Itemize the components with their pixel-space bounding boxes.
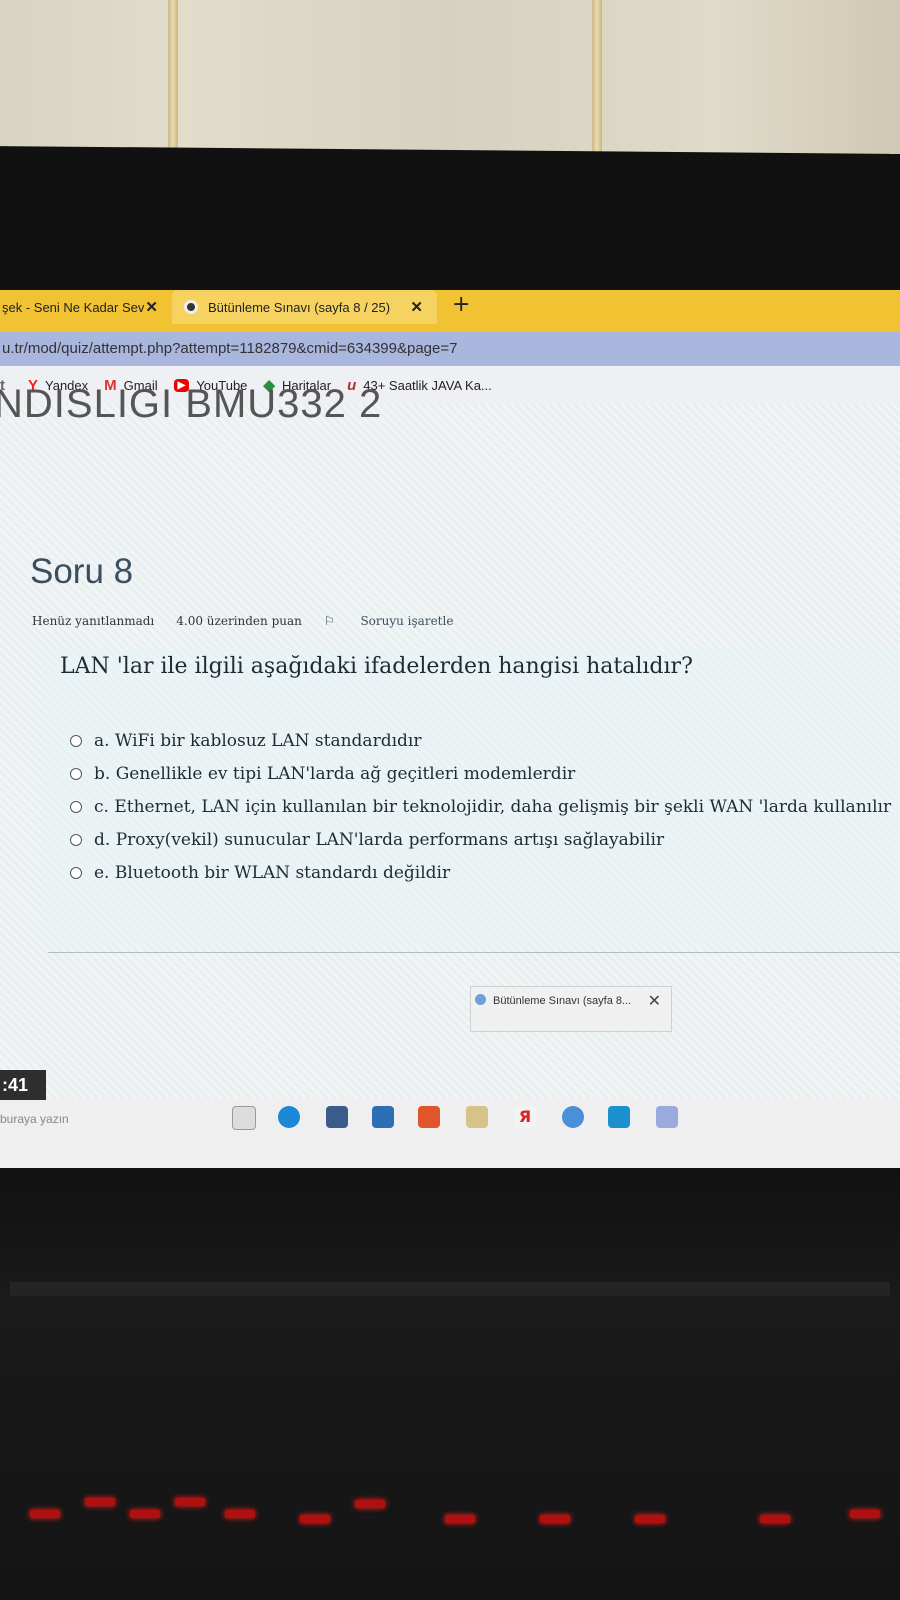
radio-button[interactable] — [70, 800, 82, 813]
clock: :41 — [0, 1070, 46, 1100]
answer-status: Henüz yanıtlanmadı — [32, 614, 155, 628]
tab-music[interactable]: şek - Seni Ne Kadar Sev ✕ — [0, 290, 172, 324]
radio-button[interactable] — [70, 866, 82, 879]
question-points: 4.00 üzerinden puan — [176, 614, 302, 628]
answer-list: a. WiFi bir kablosuz LAN standardıdır b.… — [70, 724, 891, 889]
radio-button[interactable] — [70, 833, 82, 846]
divider — [48, 952, 900, 953]
windows-taskbar — [0, 1098, 900, 1168]
background-wall — [0, 0, 900, 170]
answer-option-c[interactable]: c. Ethernet, LAN için kullanılan bir tek… — [70, 790, 891, 823]
key — [175, 1498, 205, 1506]
tab-strip: şek - Seni Ne Kadar Sev ✕ Bütünleme Sına… — [0, 290, 900, 332]
key — [540, 1515, 570, 1523]
course-title: NDISLIGI BMU332 2 — [0, 382, 383, 426]
chrome-icon[interactable] — [562, 1106, 584, 1128]
answer-option-a[interactable]: a. WiFi bir kablosuz LAN standardıdır — [70, 724, 891, 757]
store-icon[interactable] — [326, 1106, 348, 1128]
tab-quiz[interactable]: Bütünleme Sınavı (sayfa 8 / 25) ✕ — [172, 290, 437, 324]
answer-option-e[interactable]: e. Bluetooth bir WLAN standardı değildir — [70, 856, 891, 889]
tab-title: şek - Seni Ne Kadar Sev — [2, 299, 145, 315]
key — [760, 1515, 790, 1523]
key — [30, 1510, 60, 1518]
key — [850, 1510, 880, 1518]
bookmark-label: 43+ Saatlik JAVA Ka... — [363, 377, 492, 393]
flag-question-link[interactable]: ⚐ Soruyu işaretle — [324, 614, 476, 628]
office-icon[interactable] — [418, 1106, 440, 1128]
tab-title: Bütünleme Sınavı (sayfa 8 / 25) — [208, 299, 391, 315]
new-tab-button[interactable]: + — [452, 292, 470, 317]
app-icon[interactable] — [656, 1106, 678, 1128]
close-icon[interactable]: ✕ — [410, 298, 423, 316]
key — [445, 1515, 475, 1523]
question-info: Henüz yanıtlanmadı 4.00 üzerinden puan ⚐… — [32, 614, 497, 628]
taskbar-preview[interactable]: Bütünleme Sınavı (sayfa 8... ✕ — [470, 986, 672, 1032]
wall-seam — [592, 0, 602, 170]
question-number: Soru 8 — [30, 552, 134, 591]
answer-label: e. Bluetooth bir WLAN standardı değildir — [94, 862, 451, 883]
app-icon[interactable] — [608, 1106, 630, 1128]
question-text: LAN 'lar ile ilgili aşağıdaki ifadelerde… — [60, 654, 693, 679]
preview-title: Bütünleme Sınavı (sayfa 8... — [493, 995, 632, 1007]
radio-button[interactable] — [70, 767, 82, 780]
flag-label: Soruyu işaretle — [360, 614, 454, 628]
flag-icon: ⚐ — [323, 614, 339, 628]
wall-seam — [168, 0, 178, 170]
key — [225, 1510, 255, 1518]
screen: şek - Seni Ne Kadar Sev ✕ Bütünleme Sına… — [0, 290, 900, 1168]
answer-option-d[interactable]: d. Proxy(vekil) sunucular LAN'larda perf… — [70, 823, 891, 856]
yandex-icon[interactable]: Я — [514, 1106, 536, 1128]
key — [85, 1498, 115, 1506]
laptop-hinge — [10, 1282, 890, 1296]
taskbar-search[interactable]: buraya yazın — [0, 1112, 69, 1126]
moodle-icon — [184, 300, 198, 314]
task-view-icon[interactable] — [232, 1106, 256, 1130]
address-bar[interactable]: u.tr/mod/quiz/attempt.php?attempt=118287… — [0, 332, 900, 366]
answer-label: c. Ethernet, LAN için kullanılan bir tek… — [94, 796, 892, 817]
key — [355, 1500, 385, 1508]
keyboard — [0, 1470, 900, 1600]
close-icon[interactable]: ✕ — [648, 991, 661, 1011]
answer-label: a. WiFi bir kablosuz LAN standardıdır — [94, 730, 422, 751]
edge-icon[interactable] — [278, 1106, 300, 1128]
key — [635, 1515, 665, 1523]
quiz-page: NDISLIGI BMU332 2 Soru 8 Henüz yanıtlanm… — [0, 382, 900, 1168]
key — [300, 1515, 330, 1523]
mail-icon[interactable] — [372, 1106, 394, 1128]
answer-option-b[interactable]: b. Genellikle ev tipi LAN'larda ağ geçit… — [70, 757, 891, 790]
answer-label: d. Proxy(vekil) sunucular LAN'larda perf… — [94, 829, 665, 850]
close-icon[interactable]: ✕ — [145, 298, 158, 316]
key — [130, 1510, 160, 1518]
radio-button[interactable] — [70, 734, 82, 747]
explorer-icon[interactable] — [466, 1106, 488, 1128]
chrome-icon — [475, 994, 486, 1005]
answer-label: b. Genellikle ev tipi LAN'larda ağ geçit… — [94, 763, 576, 784]
monitor-bezel — [0, 146, 900, 299]
